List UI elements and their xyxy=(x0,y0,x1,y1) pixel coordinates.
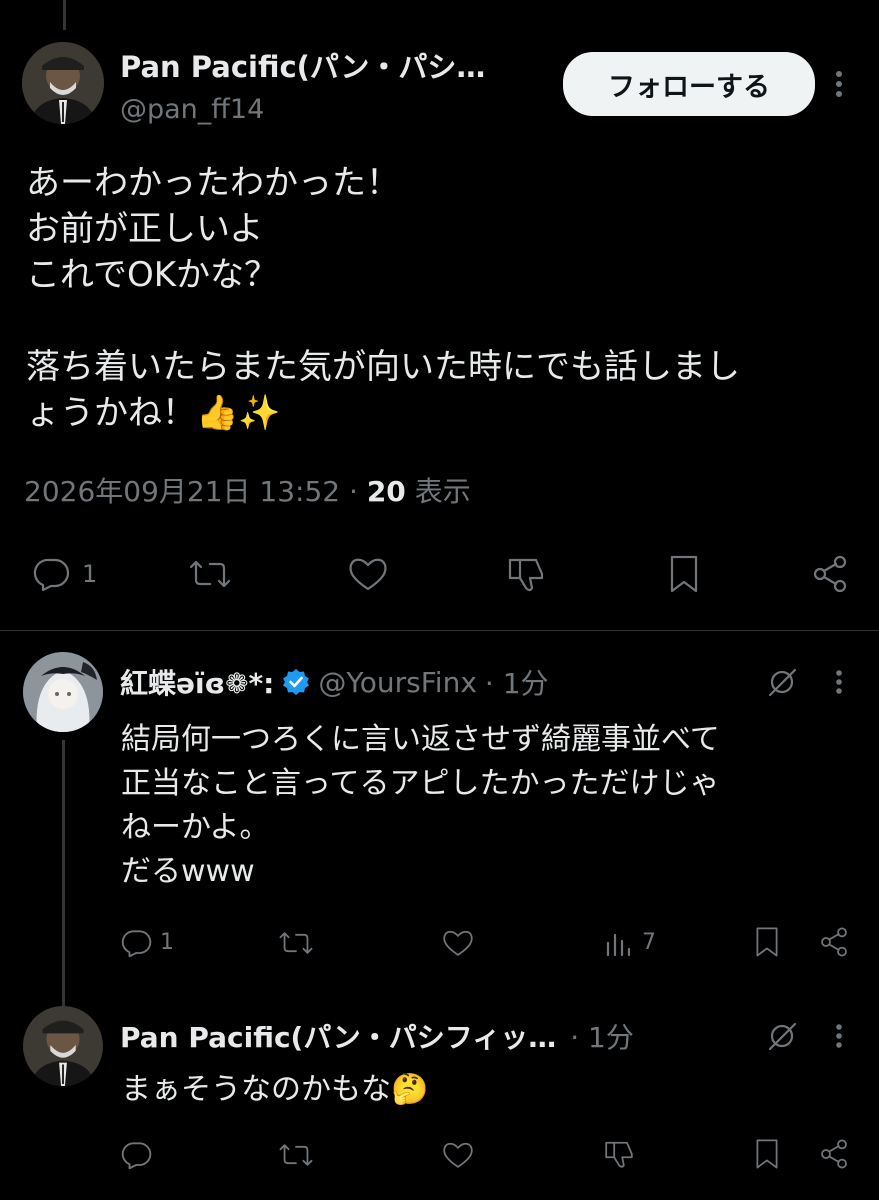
analytics-icon[interactable] xyxy=(600,926,636,960)
like-icon[interactable] xyxy=(344,552,392,596)
author-handle[interactable]: @YoursFinx xyxy=(318,666,477,699)
dislike-icon[interactable] xyxy=(502,552,550,596)
post-time[interactable]: · 1分 xyxy=(485,662,549,702)
avatar[interactable] xyxy=(23,652,103,732)
author-handle[interactable]: @pan_ff14 xyxy=(120,94,264,125)
reply-count: 1 xyxy=(160,930,174,955)
thread-line xyxy=(62,740,65,1006)
more-options-icon[interactable] xyxy=(826,664,852,700)
timestamp[interactable]: 2026年09月21日 13:52 xyxy=(24,475,340,508)
more-options-icon[interactable] xyxy=(826,1018,852,1054)
views-count: 20 xyxy=(366,475,406,508)
tweet-text: まぁそうなのかもな🤔 xyxy=(121,1072,429,1107)
dislike-icon[interactable] xyxy=(600,1136,638,1172)
reply-header: 紅蝶ǝïɞ❁*: @YoursFinx · 1分 xyxy=(120,662,549,702)
tweet-text: 結局何一つろくに言い返させず綺麗事並べて 正当なこと言ってるアピしたかっただけじ… xyxy=(121,722,720,889)
bookmark-icon[interactable] xyxy=(660,552,708,596)
bookmark-icon[interactable] xyxy=(750,924,784,960)
reply-header: Pan Pacific(パン・パシフィッ… · 1分 xyxy=(120,1016,634,1056)
share-icon[interactable] xyxy=(816,924,852,960)
more-options-icon[interactable] xyxy=(824,66,854,102)
thread-line-top xyxy=(63,0,66,30)
reply-icon[interactable] xyxy=(30,552,74,596)
post-time[interactable]: · 1分 xyxy=(570,1016,634,1056)
views-count: 7 xyxy=(642,930,656,955)
avatar[interactable] xyxy=(23,1006,103,1086)
author-name[interactable]: Pan Pacific(パン・パシ… xyxy=(120,44,485,86)
grok-icon[interactable] xyxy=(762,664,802,700)
retweet-icon[interactable] xyxy=(186,552,234,596)
tweet-meta: 2026年09月21日 13:52 · 20 表示 xyxy=(24,470,471,510)
avatar[interactable] xyxy=(22,42,104,124)
author-name[interactable]: Pan Pacific(パン・パシフィッ… xyxy=(120,1016,556,1056)
grok-icon[interactable] xyxy=(762,1018,802,1054)
retweet-icon[interactable] xyxy=(276,1138,316,1172)
share-icon[interactable] xyxy=(806,552,854,596)
author-name[interactable]: 紅蝶ǝïɞ❁*: xyxy=(120,662,274,702)
follow-button[interactable]: フォローする xyxy=(563,52,815,116)
tweet-text: あーわかったわかった！ お前が正しいよ これでOKかな？ 落ち着いたらまた気が向… xyxy=(26,163,740,433)
like-icon[interactable] xyxy=(438,926,478,960)
retweet-icon[interactable] xyxy=(276,926,316,960)
divider xyxy=(0,630,879,631)
bookmark-icon[interactable] xyxy=(750,1136,784,1172)
meta-separator: · xyxy=(349,475,358,508)
views-label: 表示 xyxy=(414,475,471,508)
reply-icon[interactable] xyxy=(118,926,156,960)
verified-badge-icon xyxy=(282,668,310,696)
like-icon[interactable] xyxy=(438,1138,478,1172)
reply-icon[interactable] xyxy=(118,1138,156,1172)
reply-count: 1 xyxy=(82,560,98,588)
share-icon[interactable] xyxy=(816,1136,852,1172)
